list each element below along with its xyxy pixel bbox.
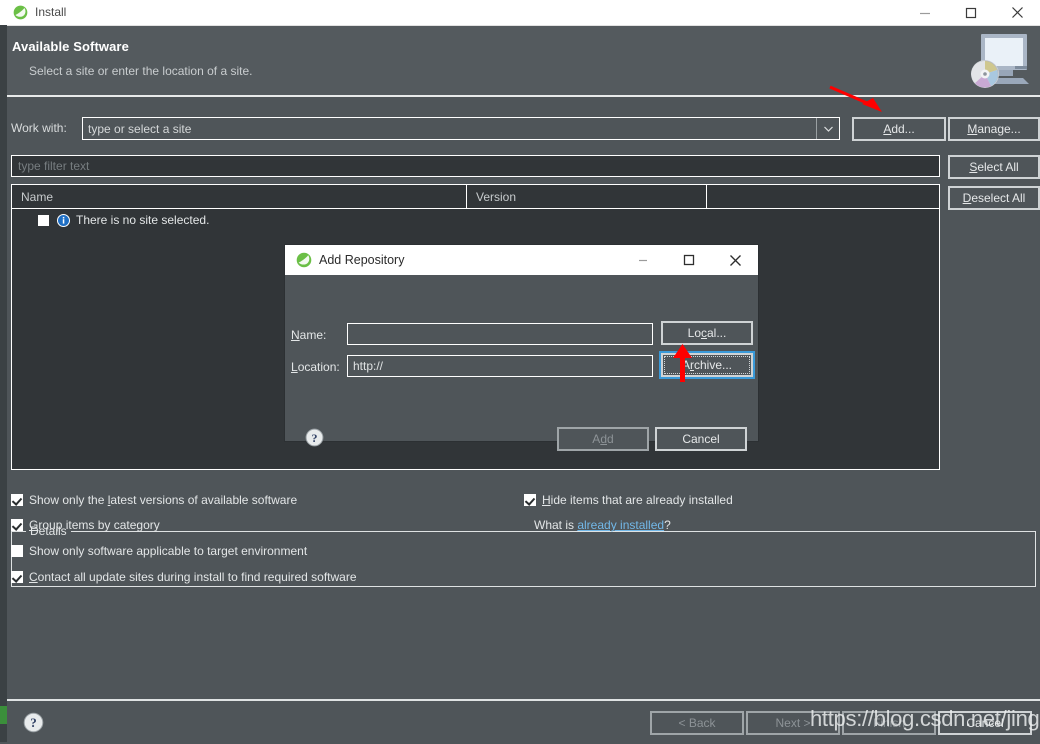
dialog-cancel-button-label: Cancel bbox=[682, 432, 720, 446]
chevron-down-icon[interactable] bbox=[816, 118, 839, 139]
dialog-title: Add Repository bbox=[319, 253, 405, 267]
svg-text:?: ? bbox=[312, 431, 318, 445]
checkbox-box[interactable] bbox=[524, 494, 536, 506]
deselect-all-button-label: Deselect All bbox=[962, 191, 1026, 205]
local-button-label: Local... bbox=[687, 326, 727, 340]
checkbox-hide-installed-items[interactable]: Hide items that are already installed bbox=[524, 493, 733, 507]
work-with-value: type or select a site bbox=[88, 122, 192, 136]
name-field[interactable] bbox=[347, 323, 653, 345]
checkbox-label: Group items by category bbox=[29, 518, 160, 532]
what-is-already-installed: What is already installed? bbox=[534, 518, 671, 532]
checkbox-label: Show only software applicable to target … bbox=[29, 544, 308, 558]
checkbox-box[interactable] bbox=[11, 519, 23, 531]
page-title: Available Software bbox=[12, 39, 129, 54]
checkbox-box[interactable] bbox=[11, 494, 23, 506]
column-header-name[interactable]: Name bbox=[12, 185, 467, 208]
name-label: Name: bbox=[291, 328, 327, 342]
eclipse-green-icon bbox=[296, 252, 312, 268]
select-all-button-label: Select All bbox=[969, 160, 1019, 174]
table-row[interactable]: There is no site selected. bbox=[12, 209, 939, 231]
deselect-all-button[interactable]: Deselect All bbox=[948, 186, 1040, 210]
checkbox-group-by-category[interactable]: Group items by category bbox=[11, 518, 160, 532]
back-button[interactable]: < Back bbox=[650, 711, 744, 735]
filter-placeholder: type filter text bbox=[18, 159, 90, 173]
add-repository-dialog: Add Repository Name: Local... Location: … bbox=[285, 245, 758, 451]
window-controls bbox=[902, 0, 1040, 25]
dialog-add-button-label: Add bbox=[592, 432, 614, 446]
dialog-cancel-button[interactable]: Cancel bbox=[655, 427, 747, 451]
location-field-value: http:// bbox=[353, 359, 384, 373]
archive-button[interactable]: Archive... bbox=[659, 351, 755, 379]
dialog-help-icon[interactable]: ? bbox=[305, 428, 324, 447]
local-button[interactable]: Local... bbox=[661, 321, 753, 345]
page-subtitle: Select a site or enter the location of a… bbox=[29, 64, 253, 78]
dialog-minimize-icon[interactable] bbox=[620, 245, 666, 275]
next-button-label: Next > bbox=[775, 716, 811, 730]
wizard-banner: Available Software Select a site or ente… bbox=[7, 26, 1040, 97]
table-row-label: There is no site selected. bbox=[76, 213, 210, 227]
add-site-button[interactable]: AAdd...dd... bbox=[852, 117, 946, 141]
already-installed-link[interactable]: already installed bbox=[577, 518, 664, 532]
dialog-window-controls bbox=[620, 245, 758, 275]
eclipse-green-icon bbox=[13, 5, 28, 20]
left-edge-accent bbox=[0, 706, 7, 724]
select-all-button[interactable]: Select All bbox=[948, 155, 1040, 179]
work-with-combo[interactable]: type or select a site bbox=[82, 117, 840, 140]
table-header-row: Name Version bbox=[12, 185, 939, 209]
location-field[interactable]: http:// bbox=[347, 355, 653, 377]
dialog-add-button[interactable]: Add bbox=[557, 427, 649, 451]
checkbox-show-latest-versions[interactable]: Show only the latest versions of availab… bbox=[11, 493, 297, 507]
dialog-body: Name: Local... Location: http:// Archive… bbox=[285, 275, 758, 451]
monitor-cd-icon bbox=[955, 30, 1035, 92]
column-header-extra[interactable] bbox=[707, 185, 939, 208]
archive-button-label: Archive... bbox=[681, 358, 733, 372]
close-icon[interactable] bbox=[994, 0, 1040, 25]
install-wizard-window: Install Available Software Select a site… bbox=[0, 0, 1040, 744]
svg-text:?: ? bbox=[30, 715, 37, 730]
checkbox-box[interactable] bbox=[11, 545, 23, 557]
checkbox-label: Show only the latest versions of availab… bbox=[29, 493, 298, 507]
window-title: Install bbox=[35, 5, 67, 19]
watermark-text: https://blog.csdn.net/jingde528 bbox=[810, 706, 1040, 731]
checkbox-contact-all-update-sites[interactable]: Contact all update sites during install … bbox=[11, 570, 357, 584]
what-is-suffix: ? bbox=[664, 518, 671, 532]
info-icon bbox=[57, 213, 70, 227]
maximize-icon[interactable] bbox=[948, 0, 994, 25]
dialog-titlebar: Add Repository bbox=[285, 245, 758, 275]
help-icon[interactable]: ? bbox=[23, 712, 44, 733]
work-with-label: Work with: bbox=[11, 121, 67, 135]
minimize-icon[interactable] bbox=[902, 0, 948, 25]
dialog-maximize-icon[interactable] bbox=[666, 245, 712, 275]
location-label: Location: bbox=[291, 360, 340, 374]
checkbox-show-applicable-software[interactable]: Show only software applicable to target … bbox=[11, 544, 307, 558]
left-edge-strip bbox=[0, 25, 7, 742]
what-is-prefix: What is bbox=[534, 518, 578, 532]
checkbox-label: Contact all update sites during install … bbox=[29, 570, 357, 584]
checkbox-box[interactable] bbox=[11, 571, 23, 583]
manage-sites-button-label: Manage... bbox=[967, 122, 1021, 136]
window-titlebar: Install bbox=[0, 0, 1040, 26]
checkbox-label: Hide items that are already installed bbox=[542, 493, 733, 507]
row-checkbox[interactable] bbox=[38, 214, 49, 226]
back-button-label: < Back bbox=[678, 716, 716, 730]
manage-sites-button[interactable]: Manage... bbox=[948, 117, 1040, 141]
add-site-button-label: AAdd...dd... bbox=[883, 122, 915, 136]
filter-input[interactable]: type filter text bbox=[11, 155, 940, 177]
dialog-close-icon[interactable] bbox=[712, 245, 758, 275]
column-header-version[interactable]: Version bbox=[467, 185, 707, 208]
